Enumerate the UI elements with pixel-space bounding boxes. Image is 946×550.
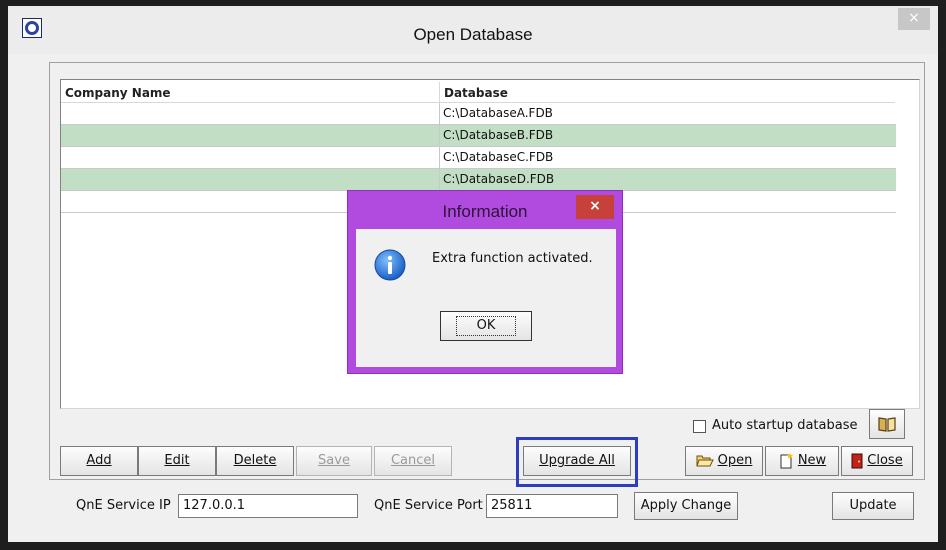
auto-startup-label: Auto startup database: [712, 418, 858, 433]
open-button[interactable]: Open: [685, 446, 763, 476]
apply-change-button[interactable]: Apply Change: [634, 492, 738, 520]
cancel-label: Cancel: [390, 453, 436, 468]
cell-divider: [439, 103, 440, 125]
close-label: Close: [867, 453, 903, 468]
auto-startup-checkbox[interactable]: [693, 420, 706, 433]
cancel-button[interactable]: Cancel: [374, 446, 452, 476]
database-cell: C:\DatabaseB.FDB: [443, 128, 554, 142]
table-row[interactable]: C:\DatabaseB.FDB: [61, 125, 896, 147]
database-cell: C:\DatabaseC.FDB: [443, 150, 554, 164]
new-button[interactable]: New: [765, 446, 839, 476]
edit-button[interactable]: Edit: [138, 446, 216, 476]
database-cell: C:\DatabaseA.FDB: [443, 106, 553, 120]
service-port-label: QnE Service Port: [374, 498, 483, 513]
service-ip-label: QnE Service IP: [76, 498, 171, 513]
cell-divider: [439, 147, 440, 169]
add-button[interactable]: Add: [60, 446, 138, 476]
delete-button[interactable]: Delete: [216, 446, 294, 476]
delete-label: Delete: [233, 453, 277, 468]
table-row[interactable]: C:\DatabaseD.FDB: [61, 169, 896, 191]
open-label: Open: [717, 453, 753, 468]
info-icon: [374, 249, 406, 281]
dialog-body: Extra function activated. OK: [356, 229, 616, 367]
window-close-button[interactable]: ×: [898, 8, 930, 30]
dialog-message: Extra function activated.: [432, 251, 593, 266]
upgrade-all-label: Upgrade All: [539, 453, 615, 468]
column-divider: [439, 82, 440, 102]
save-label: Save: [318, 453, 350, 468]
exit-door-icon: [851, 453, 863, 468]
table-row[interactable]: C:\DatabaseA.FDB: [61, 103, 896, 125]
upgrade-all-button[interactable]: Upgrade All: [523, 446, 631, 476]
service-port-field[interactable]: 25811: [486, 494, 618, 518]
information-dialog: Information × Extra function activated. …: [347, 190, 623, 374]
cell-divider: [439, 169, 440, 191]
service-ip-field[interactable]: 127.0.0.1: [178, 494, 358, 518]
new-label: New: [797, 453, 827, 468]
table-row[interactable]: C:\DatabaseC.FDB: [61, 147, 896, 169]
add-label: Add: [86, 453, 112, 468]
database-cell: C:\DatabaseD.FDB: [443, 172, 555, 186]
book-button[interactable]: [869, 409, 905, 439]
ok-button[interactable]: OK: [440, 311, 532, 341]
new-document-icon: [780, 452, 793, 468]
column-header-company-name[interactable]: Company Name: [65, 86, 171, 100]
book-icon: [878, 417, 896, 432]
ok-label: OK: [455, 316, 517, 336]
dialog-close-button[interactable]: ×: [576, 195, 614, 219]
window-title: Open Database: [413, 25, 533, 44]
update-button[interactable]: Update: [832, 492, 914, 520]
edit-label: Edit: [164, 453, 190, 468]
title-bar: Open Database ×: [8, 6, 938, 54]
cell-divider: [439, 125, 440, 147]
open-folder-icon: [695, 455, 714, 466]
save-button[interactable]: Save: [296, 446, 372, 476]
column-header-database[interactable]: Database: [444, 86, 508, 100]
close-button[interactable]: Close: [841, 446, 913, 476]
